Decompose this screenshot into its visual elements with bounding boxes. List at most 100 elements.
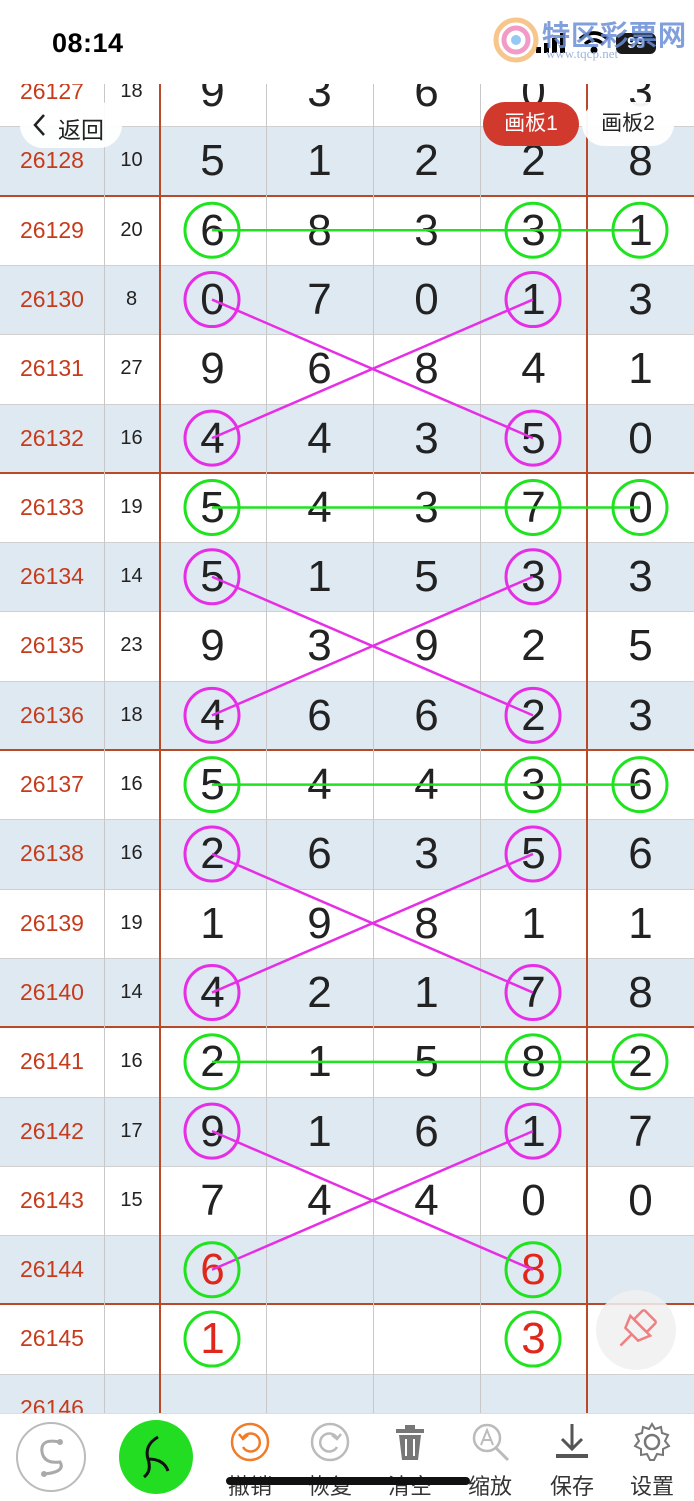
- digit-cell[interactable]: 2: [373, 126, 480, 195]
- digit-cell[interactable]: 5: [373, 1027, 480, 1096]
- period-number: 26145: [20, 1325, 84, 1352]
- digit-cell[interactable]: 3: [373, 819, 480, 888]
- digit-cell[interactable]: 4: [159, 958, 266, 1027]
- digit-cell[interactable]: 7: [159, 1166, 266, 1235]
- digit-cell[interactable]: 4: [373, 1166, 480, 1235]
- digit-cell[interactable]: 9: [159, 334, 266, 403]
- digit-cell[interactable]: 4: [480, 334, 587, 403]
- digit-cell[interactable]: 8: [266, 196, 373, 265]
- digit-cell[interactable]: 5: [373, 542, 480, 611]
- digit-cell[interactable]: 5: [480, 819, 587, 888]
- digit-cell[interactable]: 2: [587, 1027, 694, 1096]
- digit-cell[interactable]: 6: [587, 750, 694, 819]
- redo-button[interactable]: 恢复: [300, 1414, 360, 1501]
- digit-cell[interactable]: 9: [159, 611, 266, 680]
- digit-cell[interactable]: 2: [480, 611, 587, 680]
- digit-cell[interactable]: 6: [159, 196, 266, 265]
- digit-cell[interactable]: 0: [587, 473, 694, 542]
- digit-cell[interactable]: 3: [480, 750, 587, 819]
- digit-cell[interactable]: 3: [480, 542, 587, 611]
- digit-cell[interactable]: 1: [480, 265, 587, 334]
- digit-cell[interactable]: 3: [587, 681, 694, 750]
- digit-cell[interactable]: 1: [480, 1097, 587, 1166]
- digit-cell[interactable]: 4: [266, 473, 373, 542]
- digit-cell[interactable]: 7: [266, 265, 373, 334]
- zoom-button[interactable]: 缩放: [460, 1414, 520, 1501]
- digit-cell[interactable]: 4: [159, 681, 266, 750]
- digit-cell[interactable]: 1: [587, 889, 694, 958]
- digit-cell[interactable]: 8: [480, 1027, 587, 1096]
- digit-cell[interactable]: 3: [480, 1304, 587, 1373]
- digit-cell[interactable]: 1: [159, 889, 266, 958]
- digit-cell[interactable]: [266, 1304, 373, 1373]
- settings-button[interactable]: 设置: [622, 1414, 682, 1501]
- digit-cell[interactable]: 3: [373, 404, 480, 473]
- digit-cell[interactable]: 1: [266, 1097, 373, 1166]
- digit-cell[interactable]: 0: [587, 1166, 694, 1235]
- undo-button[interactable]: 撤销: [220, 1414, 280, 1501]
- digit-cell[interactable]: 1: [266, 126, 373, 195]
- digit-cell[interactable]: 1: [266, 542, 373, 611]
- digit-cell[interactable]: [373, 1235, 480, 1304]
- digit-cell[interactable]: 1: [373, 958, 480, 1027]
- digit-cell[interactable]: 0: [159, 265, 266, 334]
- digit-cell[interactable]: 0: [480, 1166, 587, 1235]
- pin-button[interactable]: [596, 1290, 676, 1370]
- digit-cell[interactable]: 4: [373, 750, 480, 819]
- digit-cell[interactable]: 8: [587, 958, 694, 1027]
- digit-cell[interactable]: 6: [266, 681, 373, 750]
- digit-cell[interactable]: 4: [266, 750, 373, 819]
- digit-cell[interactable]: 5: [480, 404, 587, 473]
- digit-cell[interactable]: 8: [373, 334, 480, 403]
- digit-cell[interactable]: 3: [373, 473, 480, 542]
- digit-cell[interactable]: 1: [159, 1304, 266, 1373]
- digit-cell[interactable]: 8: [373, 889, 480, 958]
- digit-cell[interactable]: 2: [266, 958, 373, 1027]
- digit-cell[interactable]: 3: [480, 196, 587, 265]
- clear-button[interactable]: 清空: [380, 1414, 440, 1501]
- digit-cell[interactable]: 8: [480, 1235, 587, 1304]
- digit-cell[interactable]: 4: [159, 404, 266, 473]
- digit-cell[interactable]: 6: [266, 819, 373, 888]
- tab-canvas-1[interactable]: 画板1: [483, 102, 579, 146]
- digit-cell[interactable]: [373, 1304, 480, 1373]
- back-button[interactable]: 返回: [20, 102, 122, 148]
- digit-cell[interactable]: 3: [266, 611, 373, 680]
- digit-cell[interactable]: 4: [266, 404, 373, 473]
- digit-cell[interactable]: 2: [159, 1027, 266, 1096]
- digit-cell[interactable]: 3: [373, 196, 480, 265]
- digit-cell[interactable]: 5: [159, 126, 266, 195]
- digit-cell[interactable]: 6: [373, 681, 480, 750]
- period-number: 26139: [20, 909, 84, 936]
- digit-cell[interactable]: 9: [266, 889, 373, 958]
- digit-cell[interactable]: 6: [159, 1235, 266, 1304]
- digit-cell[interactable]: 3: [587, 265, 694, 334]
- digit-cell[interactable]: [266, 1235, 373, 1304]
- digit-cell[interactable]: 5: [159, 473, 266, 542]
- digit-cell[interactable]: 1: [587, 196, 694, 265]
- digit-cell[interactable]: 0: [373, 265, 480, 334]
- digit-cell[interactable]: 1: [266, 1027, 373, 1096]
- digit-cell[interactable]: 1: [587, 334, 694, 403]
- save-button[interactable]: 保存: [542, 1414, 602, 1501]
- digit-cell[interactable]: 6: [587, 819, 694, 888]
- digit-cell[interactable]: 5: [159, 750, 266, 819]
- digit-cell[interactable]: 2: [480, 681, 587, 750]
- digit-cell[interactable]: 5: [159, 542, 266, 611]
- digit-cell[interactable]: 4: [266, 1166, 373, 1235]
- digit-cell[interactable]: 9: [159, 1097, 266, 1166]
- tab-canvas-2[interactable]: 画板2: [582, 102, 674, 146]
- digit-cell[interactable]: 6: [373, 1097, 480, 1166]
- digit-cell[interactable]: 9: [373, 611, 480, 680]
- curve-tool-button[interactable]: [14, 1414, 88, 1501]
- digit-cell[interactable]: 1: [480, 889, 587, 958]
- digit-cell[interactable]: 5: [587, 611, 694, 680]
- digit-cell[interactable]: 7: [587, 1097, 694, 1166]
- digit-cell[interactable]: 3: [587, 542, 694, 611]
- digit-cell[interactable]: 0: [587, 404, 694, 473]
- freehand-tool-button[interactable]: [118, 1414, 194, 1501]
- digit-cell[interactable]: 7: [480, 473, 587, 542]
- digit-cell[interactable]: 7: [480, 958, 587, 1027]
- digit-cell[interactable]: 6: [266, 334, 373, 403]
- digit-cell[interactable]: 2: [159, 819, 266, 888]
